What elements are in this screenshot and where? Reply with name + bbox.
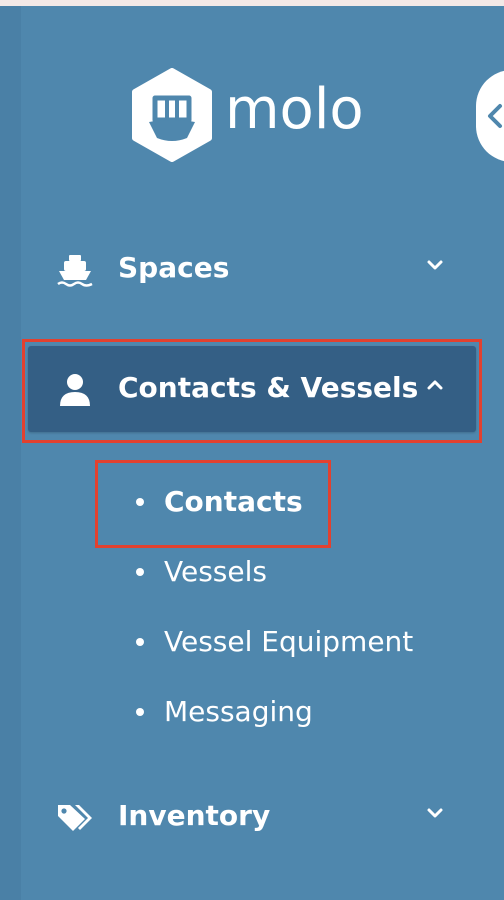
highlight-box-contacts: [95, 460, 331, 548]
sidebar-item-spaces[interactable]: Spaces: [28, 226, 476, 312]
submenu-item-label: Vessel Equipment: [164, 625, 414, 658]
boat-icon: [57, 255, 93, 287]
sidebar-page: molo Spaces Contacts & Vessels Contacts: [0, 0, 504, 900]
sidebar-left-edge: [0, 6, 21, 900]
submenu-item-label: Messaging: [164, 695, 313, 728]
bullet: [136, 708, 144, 716]
bullet: [136, 638, 144, 646]
submenu-item-label: Vessels: [164, 555, 267, 588]
brand-name: molo: [225, 77, 364, 142]
chevron-down-icon: [427, 808, 443, 818]
chevron-down-icon: [427, 260, 443, 270]
sidebar-collapse-button[interactable]: [476, 70, 504, 162]
sidebar-item-label: Inventory: [118, 799, 271, 832]
tags-icon: [58, 805, 92, 831]
chevron-left-icon: [488, 104, 502, 128]
sidebar-item-label: Spaces: [118, 251, 230, 284]
top-border: [0, 0, 504, 6]
bullet: [136, 568, 144, 576]
sidebar-item-inventory[interactable]: Inventory: [28, 774, 476, 860]
highlight-box-contacts-vessels: [22, 339, 482, 443]
brand-logo[interactable]: molo: [131, 68, 364, 162]
molo-logo-icon: [132, 68, 212, 162]
